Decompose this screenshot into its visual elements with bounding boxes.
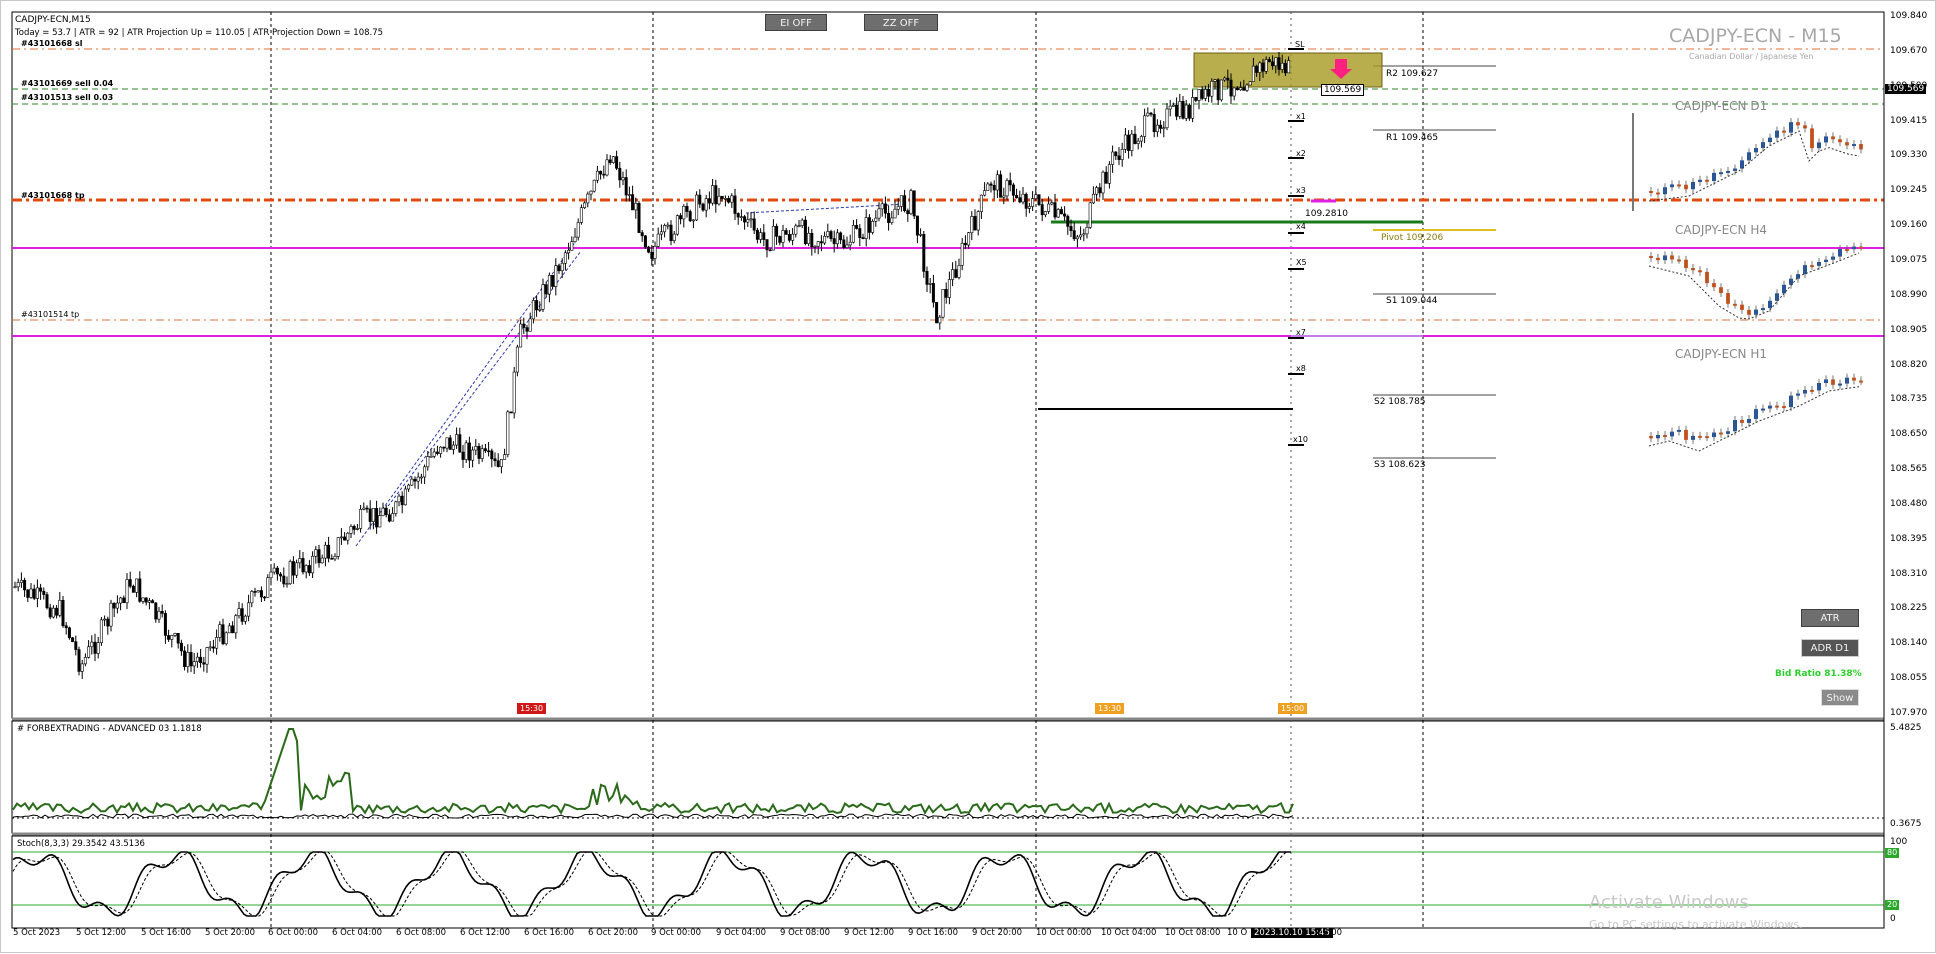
price-axis-tick: 108.140: [1890, 638, 1928, 649]
order-tp-label-2: #43101514 tp: [21, 310, 80, 319]
watermark-subtitle: Canadian Dollar / Japanese Yen: [1689, 52, 1814, 61]
x-mark-8: x8: [1296, 364, 1306, 373]
time-axis-tick: 10 Oct 08:00: [1165, 928, 1221, 938]
mini-chart-h1-title: CADJPY-ECN H1: [1675, 347, 1767, 361]
event-tag-1[interactable]: 15:30: [517, 703, 547, 714]
time-axis-tick: 5 Oct 12:00: [76, 928, 127, 938]
price-axis-tick: 109.160: [1890, 220, 1928, 231]
price-axis-tick: 108.310: [1890, 568, 1928, 579]
time-axis-tick: 8:00: [1323, 928, 1343, 938]
atr-summary: Today = 53.7 | ATR = 92 | ATR Projection…: [15, 28, 384, 38]
price-axis-tick: 108.735: [1890, 394, 1928, 405]
time-axis-tick: 6 Oct 20:00: [588, 928, 639, 938]
time-axis-tick: 9 Oct 16:00: [908, 928, 959, 938]
level-pivot: Pivot 109.206: [1381, 233, 1444, 243]
price-axis-tick: 109.415: [1890, 115, 1928, 126]
time-axis-tick: 9 Oct 00:00: [651, 928, 702, 938]
order-sl-label: #43101668 sl: [21, 39, 83, 48]
time-axis-tick: 5 Oct 16:00: [141, 928, 192, 938]
price-axis-tick: 108.905: [1890, 324, 1928, 335]
activation-title: Activate Windows: [1589, 892, 1749, 913]
x-mark-3: x3: [1296, 186, 1306, 195]
price-axis-tick: 108.990: [1890, 289, 1928, 300]
time-axis-tick: 10 Oct 04:00: [1101, 928, 1157, 938]
mini-chart-h4-title: CADJPY-ECN H4: [1675, 223, 1767, 237]
x-mark-10: x10: [1293, 435, 1308, 444]
atr-button[interactable]: ATR: [1801, 609, 1859, 627]
price-candles: [13, 52, 1291, 679]
chart-price-tag: 109.569: [1321, 84, 1365, 96]
watermark-title: CADJPY-ECN - M15: [1669, 25, 1842, 47]
level-s3: S3 108.623: [1374, 460, 1426, 470]
time-axis-tick: 10 Oct 00:00: [1036, 928, 1092, 938]
adr-d1-button[interactable]: ADR D1: [1801, 639, 1859, 657]
price-axis-tick: 109.670: [1890, 45, 1928, 56]
price-axis-tick: 109.840: [1890, 11, 1928, 21]
time-axis-tick: 6 Oct 12:00: [460, 928, 511, 938]
mini-chart-d1-title: CADJPY-ECN D1: [1675, 99, 1768, 113]
time-axis-tick: 6 Oct 00:00: [268, 928, 319, 938]
event-tag-3[interactable]: 15:00: [1278, 703, 1308, 714]
stochastic-d-line: [12, 851, 1291, 917]
current-price-marker: 109.569: [1885, 84, 1927, 94]
price-axis-tick: 108.565: [1890, 464, 1928, 475]
price-axis-tick: 107.970: [1890, 708, 1928, 718]
level-mid: 109.2810: [1305, 209, 1348, 219]
price-axis-tick: 108.055: [1890, 673, 1928, 684]
x-mark-1: x1: [1296, 112, 1306, 121]
level-r2: R2 109.627: [1386, 69, 1439, 79]
price-axis-tick: 109.330: [1890, 150, 1928, 161]
mini-charts: [1648, 118, 1863, 452]
x-mark-4: x4: [1296, 222, 1306, 231]
price-axis-tick: 109.245: [1890, 185, 1928, 196]
x-mark-7: x7: [1296, 328, 1306, 337]
symbol-label: CADJPY-ECN,M15: [15, 15, 91, 25]
price-axis-tick: 109.075: [1890, 254, 1928, 265]
price-axis-tick: 108.480: [1890, 498, 1928, 509]
level-r1: R1 109.465: [1386, 133, 1439, 143]
time-axis-tick: 9 Oct 20:00: [972, 928, 1023, 938]
price-axis-tick: 108.225: [1890, 603, 1928, 614]
time-axis-tick: 6 Oct 16:00: [524, 928, 575, 938]
time-axis-tick: 2023.10.10 15:45: [1251, 928, 1333, 938]
event-tag-2[interactable]: 13:30: [1095, 703, 1125, 714]
x-mark-5: X5: [1296, 258, 1307, 267]
time-axis-tick: 9 Oct 12:00: [844, 928, 895, 938]
price-axis-tick: 108.820: [1890, 359, 1928, 370]
level-s2: S2 108.785: [1374, 397, 1426, 407]
zz-toggle-button[interactable]: ZZ OFF: [864, 14, 938, 31]
time-axis-tick: 5 Oct 20:00: [205, 928, 256, 938]
time-axis-tick: 6 Oct 08:00: [396, 928, 447, 938]
time-axis-tick: 10 O: [1227, 928, 1248, 938]
indicator1-title: # FORBEXTRADING - ADVANCED 03 1.1818: [17, 724, 202, 734]
order-sell-2: #43101513 sell 0.03: [21, 93, 114, 102]
time-axis-tick: 6 Oct 04:00: [332, 928, 383, 938]
activation-subtitle: Go to PC settings to activate Windows.: [1589, 918, 1803, 931]
order-tp-label-1: #43101668 tp: [21, 191, 85, 200]
main-chart-canvas[interactable]: [1, 1, 1936, 954]
order-sell-1: #43101669 sell 0.04: [21, 79, 114, 88]
x-mark-sl: SL: [1295, 40, 1305, 49]
price-axis-tick: 108.395: [1890, 533, 1928, 544]
stochastic-80: 80: [1885, 848, 1900, 858]
indicator1-max: 5.4825: [1890, 723, 1922, 733]
level-s1: S1 109.044: [1386, 296, 1438, 306]
price-axis-tick: 108.650: [1890, 429, 1928, 440]
x-mark-2: x2: [1296, 149, 1306, 158]
time-axis-tick: 5 Oct 2023: [13, 928, 61, 938]
indicator1-min: 0.3675: [1890, 819, 1922, 829]
ei-toggle-button[interactable]: EI OFF: [765, 14, 827, 31]
stochastic-title: Stoch(8,3,3) 29.3542 43.5136: [17, 839, 145, 849]
stochastic-100: 100: [1890, 837, 1908, 847]
stochastic-20: 20: [1885, 900, 1900, 910]
trading-terminal-window: CADJPY-ECN,M15 Today = 53.7 | ATR = 92 |…: [0, 0, 1936, 953]
stochastic-k-line: [12, 851, 1291, 917]
stochastic-0: 0: [1890, 914, 1896, 924]
bid-ratio-label: Bid Ratio 81.38%: [1775, 669, 1862, 679]
time-axis-tick: 9 Oct 08:00: [780, 928, 831, 938]
show-button[interactable]: Show: [1821, 689, 1859, 706]
time-axis-tick: 9 Oct 04:00: [716, 928, 767, 938]
